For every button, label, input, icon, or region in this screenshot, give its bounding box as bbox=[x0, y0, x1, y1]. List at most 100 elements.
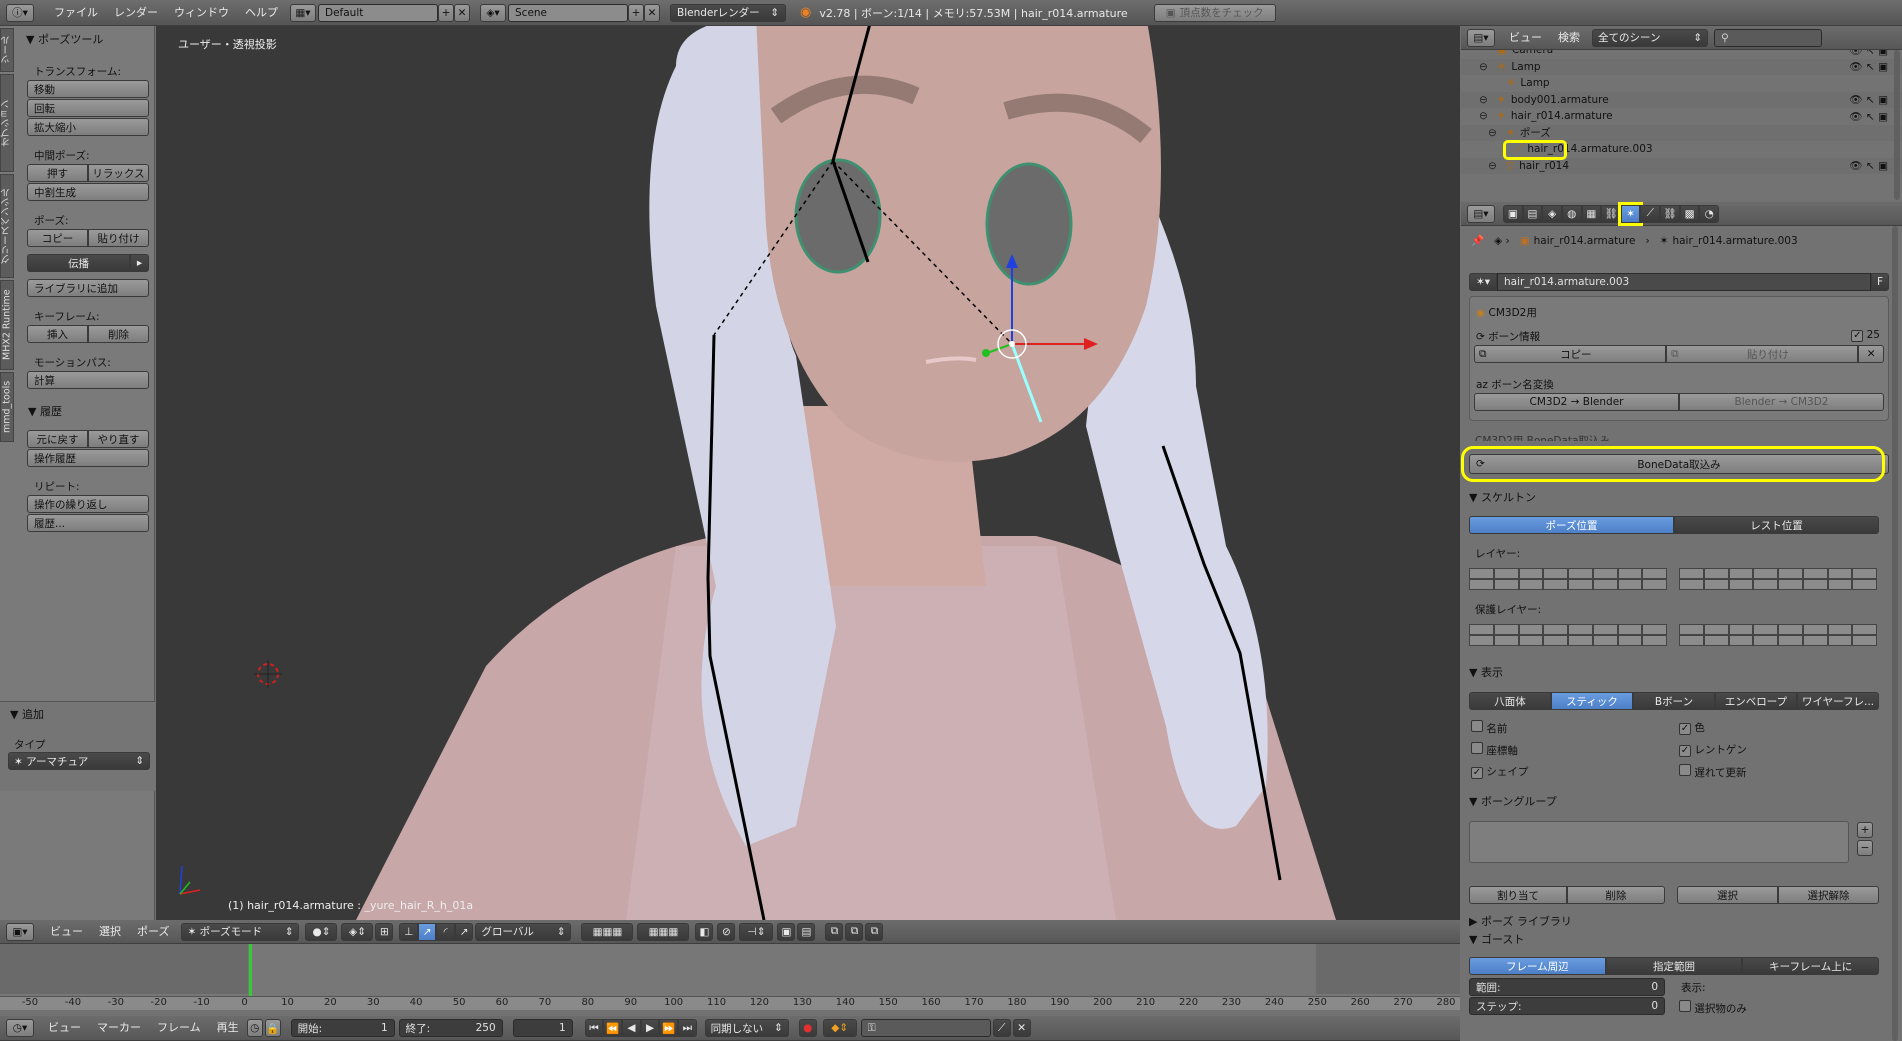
insert-keyframe-button[interactable]: 挿入 bbox=[27, 325, 88, 343]
paste-pose-button[interactable]: 貼り付け bbox=[88, 229, 149, 247]
bone-tab-icon[interactable]: ⟋ bbox=[1640, 204, 1661, 223]
calculate-path-button[interactable]: 計算 bbox=[27, 371, 149, 389]
select-menu[interactable]: 選択 bbox=[91, 920, 129, 944]
colors-checkbox[interactable]: ✓ bbox=[1679, 722, 1691, 735]
lock-camera-icon[interactable]: ◧ bbox=[695, 922, 714, 941]
copy-pose-header-icon[interactable]: ⧉ bbox=[825, 922, 844, 941]
relax-button[interactable]: リラックス bbox=[88, 164, 149, 182]
delete-keyframe-icon[interactable]: ✕ bbox=[1012, 1019, 1031, 1037]
repeat-history-button[interactable]: 履歴... bbox=[27, 514, 149, 532]
tab-options[interactable]: オプション bbox=[0, 74, 14, 172]
play-icon[interactable]: ▶ bbox=[640, 1019, 660, 1037]
selected-only-option[interactable]: 選択物のみ bbox=[1679, 1000, 1747, 1016]
names-checkbox[interactable] bbox=[1471, 720, 1483, 732]
screen-layout-icon[interactable]: ▦▾ bbox=[290, 3, 316, 22]
record-icon[interactable]: ● bbox=[798, 1019, 817, 1037]
menu-file[interactable]: ファイル bbox=[46, 1, 106, 25]
current-frame-line[interactable] bbox=[249, 944, 252, 1004]
tab-mmd-tools[interactable]: mmd_tools bbox=[0, 372, 14, 442]
expand-icon[interactable]: ⊖ bbox=[1479, 94, 1493, 106]
vertex-check-button[interactable]: ▣ 頂点数をチェック bbox=[1153, 3, 1276, 22]
fake-user-button[interactable]: F bbox=[1871, 273, 1889, 291]
expand-icon[interactable]: ⊖ bbox=[1479, 110, 1493, 122]
tab-mhx2-runtime[interactable]: MHX2 Runtime bbox=[0, 280, 14, 370]
octahedral-button[interactable]: 八面体 bbox=[1469, 692, 1551, 710]
xray-option[interactable]: ✓ レントゲン bbox=[1679, 742, 1747, 757]
repeat-last-button[interactable]: 操作の繰り返し bbox=[27, 495, 149, 513]
timeline-editor-type[interactable]: ◷▾ bbox=[6, 1019, 34, 1037]
prev-keyframe-icon[interactable]: ⏪ bbox=[603, 1019, 623, 1037]
ghost-step-field[interactable]: ステップ: 0 bbox=[1469, 997, 1665, 1015]
world-tab-icon[interactable]: ◍ bbox=[1561, 204, 1582, 223]
view-menu[interactable]: ビュー bbox=[42, 920, 91, 944]
outliner-search-input[interactable]: ⚲ bbox=[1714, 28, 1822, 47]
rest-position-button[interactable]: レスト位置 bbox=[1674, 516, 1879, 534]
bone-info-checkbox[interactable]: ✓ bbox=[1851, 329, 1864, 342]
selected-only-checkbox[interactable] bbox=[1679, 1000, 1691, 1012]
preview-range-icon[interactable]: ◷ bbox=[246, 1019, 263, 1037]
outliner-row[interactable]: ⊖ ☀ Lamp 👁 ↖ ▣ bbox=[1461, 58, 1902, 75]
timeline-frame-menu[interactable]: フレーム bbox=[149, 1016, 209, 1040]
expand-icon[interactable]: ⊖ bbox=[1488, 160, 1502, 172]
push-button[interactable]: 押す bbox=[27, 164, 88, 182]
orientation-dropdown[interactable]: グローバル ⇕ bbox=[475, 922, 572, 941]
skeleton-panel-title[interactable]: ▼ スケルトン bbox=[1469, 489, 1536, 505]
shapes-option[interactable]: ✓ シェイプ bbox=[1471, 764, 1528, 779]
viewport-3d[interactable]: ユーザー・透視投影 (1) hair_r014.armature : _yure… bbox=[156, 26, 1460, 920]
current-frame-field[interactable]: 1 bbox=[512, 1019, 573, 1037]
sync-dropdown[interactable]: 同期しない ⇕ bbox=[704, 1019, 789, 1037]
visibility-icons[interactable]: 👁 ↖ ▣ bbox=[1849, 110, 1888, 123]
timeline-marker-menu[interactable]: マーカー bbox=[89, 1016, 149, 1040]
bone-groups-list[interactable] bbox=[1469, 821, 1849, 863]
bone-groups-panel-title[interactable]: ▼ ボーングループ bbox=[1469, 793, 1557, 809]
bone-data-tab-icon[interactable]: ✶ bbox=[1617, 201, 1644, 226]
deselect-button[interactable]: 選択解除 bbox=[1778, 886, 1879, 904]
stick-button[interactable]: スティック bbox=[1551, 692, 1633, 710]
next-keyframe-icon[interactable]: ⏩ bbox=[659, 1019, 679, 1037]
start-frame-field[interactable]: 開始: 1 bbox=[290, 1019, 395, 1037]
onion-skin-icon[interactable]: ⊘ bbox=[717, 922, 736, 941]
scene-icon[interactable]: ◈▾ bbox=[480, 3, 506, 22]
propagate-menu-button[interactable]: ▸ bbox=[130, 254, 149, 272]
outliner-row[interactable]: ⊖ ✶ ポーズ bbox=[1461, 124, 1902, 141]
names-option[interactable]: 名前 bbox=[1471, 720, 1507, 736]
bone-info-paste-button[interactable]: ⧉ 貼り付け bbox=[1666, 345, 1859, 363]
screen-layout-field[interactable]: Default bbox=[318, 3, 438, 22]
lock-range-icon[interactable]: 🔒 bbox=[264, 1019, 281, 1037]
layers-tab-icon[interactable]: ▤ bbox=[1522, 204, 1543, 223]
add-panel-title[interactable]: ▼ 追加 bbox=[10, 706, 44, 722]
render-tab-icon[interactable]: ▣ bbox=[1503, 204, 1523, 223]
expand-icon[interactable]: ⊖ bbox=[1488, 127, 1502, 139]
render-engine-dropdown[interactable]: Blenderレンダー ⇕ bbox=[670, 3, 786, 22]
add-screen-button[interactable]: + bbox=[438, 3, 454, 22]
armature-layers-right[interactable] bbox=[1679, 568, 1877, 590]
select-button[interactable]: 選択 bbox=[1677, 886, 1778, 904]
timeline-area[interactable]: -50 -40 -30 -20 -10 0 10 20 30 40 50 60 70 80 90 100 110… bbox=[0, 944, 1460, 1010]
visibility-icons[interactable]: 👁 ↖ ▣ bbox=[1849, 60, 1888, 73]
paste-pose-header-icon[interactable]: ⧉ bbox=[845, 922, 864, 941]
visibility-icons[interactable]: 👁 ↖ ▣ bbox=[1849, 159, 1888, 172]
keying-set-field[interactable]: ⚿ bbox=[860, 1019, 991, 1037]
remove-screen-button[interactable]: ✕ bbox=[454, 3, 470, 22]
outliner-row[interactable]: ⊖ ✶ body001.armature 👁 ↖ ▣ bbox=[1461, 91, 1902, 108]
ghost-range-field[interactable]: 範囲: 0 bbox=[1469, 978, 1665, 996]
jump-end-icon[interactable]: ⏭ bbox=[678, 1019, 697, 1037]
outliner-row[interactable]: ▣ Camera 👁 ↖ ▣ bbox=[1461, 50, 1902, 59]
outliner-search-menu[interactable]: 検索 bbox=[1550, 26, 1588, 50]
timeline-view-menu[interactable]: ビュー bbox=[40, 1016, 89, 1040]
delay-refresh-option[interactable]: 遅れて更新 bbox=[1679, 764, 1747, 780]
render-preview-icon[interactable]: ▣ bbox=[777, 922, 796, 941]
delay-refresh-checkbox[interactable] bbox=[1679, 764, 1691, 776]
timeline-playback-menu[interactable]: 再生 bbox=[209, 1016, 247, 1040]
keying-set-icon[interactable]: ◆⇕ bbox=[822, 1019, 857, 1037]
delete-keyframe-button[interactable]: 削除 bbox=[88, 325, 149, 343]
outliner-view-menu[interactable]: ビュー bbox=[1501, 26, 1550, 50]
visibility-icons[interactable]: 👁 ↖ ▣ bbox=[1849, 93, 1888, 106]
armature-layers-left[interactable] bbox=[1469, 568, 1667, 590]
paste-flip-header-icon[interactable]: ⧉ bbox=[865, 922, 884, 941]
info-editor-type-button[interactable]: ⓘ▾ bbox=[6, 3, 34, 22]
datablock-browse[interactable]: ✶▾ bbox=[1469, 273, 1497, 291]
constraints-tab-icon[interactable]: ⛓ bbox=[1601, 204, 1621, 223]
pin-icon[interactable]: 📌 bbox=[1471, 234, 1484, 247]
add-to-library-button[interactable]: ライブラリに追加 bbox=[27, 279, 149, 297]
